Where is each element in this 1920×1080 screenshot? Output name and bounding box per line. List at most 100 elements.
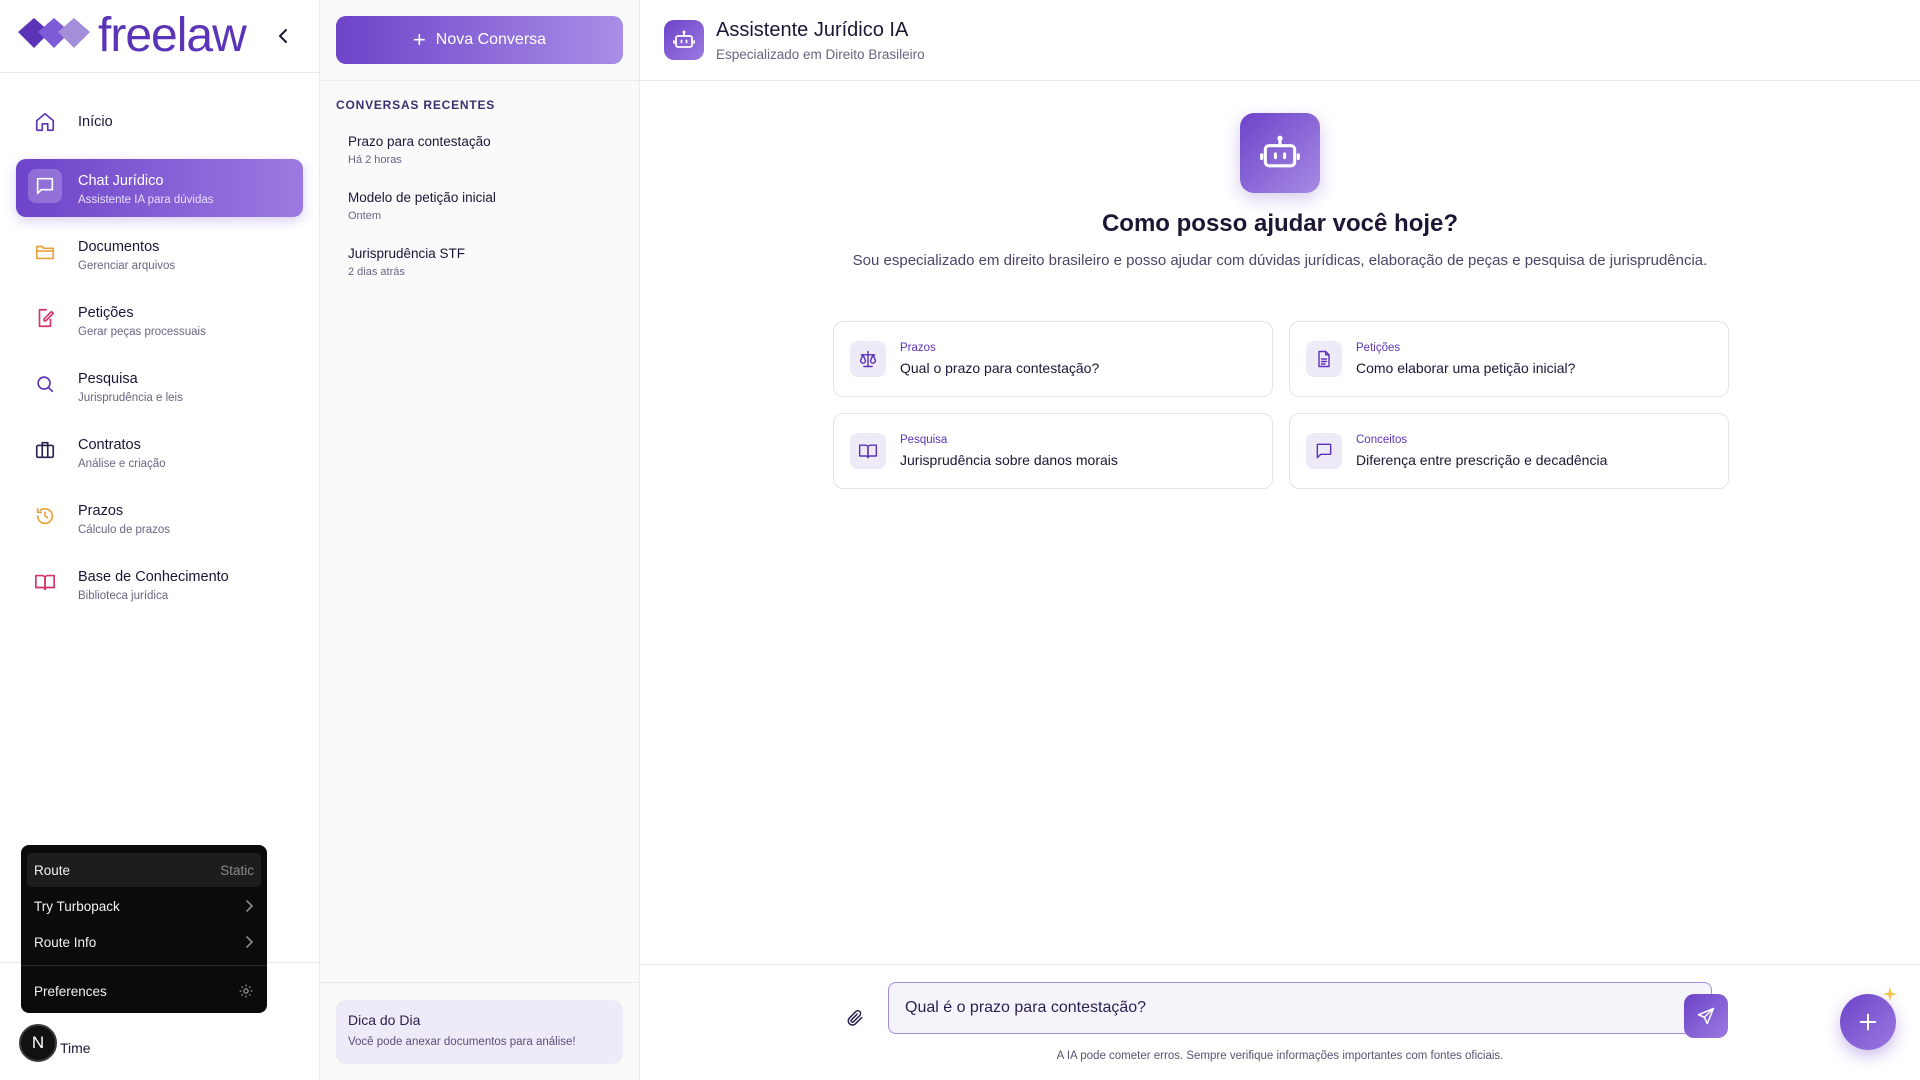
welcome-title: Como posso ajudar você hoje? [1101,210,1459,237]
plus-icon [1859,1013,1877,1031]
conversations-panel: + Nova Conversa CONVERSAS RECENTES Prazo… [320,0,640,1080]
sidebar-item-sublabel: Assistente IA para dúvidas [78,194,214,206]
conversation-title: Jurisprudência STF [348,246,466,261]
suggestion-category: Petições [1356,342,1401,354]
conversation-time: Há 2 horas [348,154,402,166]
document-icon [1306,341,1342,377]
conversation-title: Modelo de petição inicial [348,190,496,205]
floating-add-button[interactable] [1840,994,1896,1050]
sidebar-item-chat-juridico[interactable]: Chat Jurídico Assistente IA para dúvidas [16,159,303,217]
home-icon [28,105,62,139]
dev-menu-preferences[interactable]: Preferences [27,974,261,1008]
sidebar-item-sublabel: Jurisprudência e leis [78,392,183,404]
footer-text: Time [60,1040,91,1056]
sidebar-item-label: Prazos [78,503,124,519]
suggestion-card-prazos[interactable]: Prazos Qual o prazo para contestação? [833,321,1273,397]
page-subtitle: Especializado em Direito Brasileiro [716,47,925,62]
sidebar-item-inicio[interactable]: Início [16,93,303,151]
sidebar-item-peticoes[interactable]: Petições Gerar peças processuais [16,291,303,349]
divider [320,80,640,81]
gear-icon [239,984,253,998]
chevron-left-icon [279,29,287,43]
dev-menu-try-turbopack[interactable]: Try Turbopack [27,889,261,923]
tip-title: Dica do Dia [348,1012,421,1028]
attach-button[interactable] [842,1005,868,1031]
briefcase-icon [28,433,62,467]
chat-header: Assistente Jurídico IA Especializado em … [640,0,1920,81]
tip-of-the-day-card: Dica do Dia Você pode anexar documentos … [336,1000,623,1064]
message-square-icon [1306,433,1342,469]
sidebar-item-label: Início [78,114,113,130]
dev-menu-route-label: Route [34,862,71,878]
sidebar-item-documentos[interactable]: Documentos Gerenciar arquivos [16,225,303,283]
sidebar-item-label: Petições [78,305,134,321]
open-book-icon [850,433,886,469]
ai-disclaimer: A IA pode cometer erros. Sempre verifiqu… [1056,1050,1504,1062]
paperclip-icon [847,1010,863,1026]
search-icon [28,367,62,401]
sidebar-item-label: Pesquisa [78,371,138,387]
sparkle-icon [1883,987,1897,1001]
welcome-subtitle: Sou especializado em direito brasileiro … [852,252,1708,269]
sidebar-item-sublabel: Análise e criação [78,458,166,470]
sidebar-item-label: Chat Jurídico [78,173,164,189]
page-title: Assistente Jurídico IA [716,19,909,41]
dev-menu-route[interactable]: Route Static [27,853,261,887]
suggestion-question: Qual o prazo para contestação? [900,360,1100,376]
suggestion-question: Jurisprudência sobre danos morais [900,452,1118,468]
book-icon [28,565,62,599]
chat-main: Assistente Jurídico IA Especializado em … [640,0,1920,1080]
send-icon [1697,1007,1715,1025]
sidebar-item-label: Contratos [78,437,141,453]
dev-tools-badge[interactable]: N [19,1024,57,1062]
dev-menu-divider [21,965,267,966]
folder-icon [28,235,62,269]
chat-input[interactable] [888,982,1712,1034]
suggestion-card-conceitos[interactable]: Conceitos Diferença entre prescrição e d… [1289,413,1729,489]
conversation-time: Ontem [348,210,382,222]
sidebar-item-sublabel: Cálculo de prazos [78,524,171,536]
bot-icon [664,20,704,60]
conversation-title: Prazo para contestação [348,134,491,149]
suggestion-category: Pesquisa [900,434,948,446]
logo-row: freelaw [0,0,319,73]
suggestion-category: Prazos [900,342,936,354]
chat-icon [28,169,62,203]
send-button[interactable] [1684,994,1728,1038]
dev-menu-route-value: Static [220,862,254,878]
dev-menu-route-info-label: Route Info [34,934,97,950]
new-conversation-button[interactable]: + Nova Conversa [336,16,623,64]
sidebar-item-sublabel: Gerenciar arquivos [78,260,176,272]
conversation-item[interactable]: Jurisprudência STF 2 dias atrás [336,238,623,294]
plus-icon: + [412,27,426,52]
chevron-right-icon [246,900,254,912]
suggestion-card-peticoes[interactable]: Petições Como elaborar uma petição inici… [1289,321,1729,397]
suggestion-card-pesquisa[interactable]: Pesquisa Jurisprudência sobre danos mora… [833,413,1273,489]
chevron-right-icon [246,936,254,948]
sidebar-item-label: Base de Conhecimento [78,569,229,585]
conversation-item[interactable]: Modelo de petição inicial Ontem [336,182,623,238]
sidebar-item-sublabel: Gerar peças processuais [78,326,206,338]
suggestion-question: Diferença entre prescrição e decadência [1356,452,1608,468]
conversation-item[interactable]: Prazo para contestação Há 2 horas [336,126,623,182]
dev-menu-preferences-label: Preferences [34,983,107,999]
conversation-list: Prazo para contestação Há 2 horas Modelo… [336,126,623,294]
sidebar-item-base-de-conhecimento[interactable]: Base de Conhecimento Biblioteca jurídica [16,555,303,613]
sidebar-item-contratos[interactable]: Contratos Análise e criação [16,423,303,481]
sidebar-nav: Início Chat Jurídico Assistente IA para … [0,73,319,613]
recent-conversations-heading: CONVERSAS RECENTES [336,98,496,112]
sidebar-item-pesquisa[interactable]: Pesquisa Jurisprudência e leis [16,357,303,415]
bot-icon [1240,113,1320,193]
conversation-time: 2 dias atrás [348,266,405,278]
dev-menu-turbopack-label: Try Turbopack [34,898,120,914]
tip-area: Dica do Dia Você pode anexar documentos … [320,982,640,1080]
new-conversation-label: Nova Conversa [435,31,547,48]
dev-tools-menu: Route Static Try Turbopack Route Info Pr… [21,845,267,1013]
scale-icon [850,341,886,377]
sidebar-item-prazos[interactable]: Prazos Cálculo de prazos [16,489,303,547]
dev-menu-route-info[interactable]: Route Info [27,925,261,959]
edit-document-icon [28,301,62,335]
suggestion-category: Conceitos [1356,434,1408,446]
collapse-sidebar-button[interactable] [271,24,295,48]
tip-text: Você pode anexar documentos para análise… [348,1036,576,1048]
